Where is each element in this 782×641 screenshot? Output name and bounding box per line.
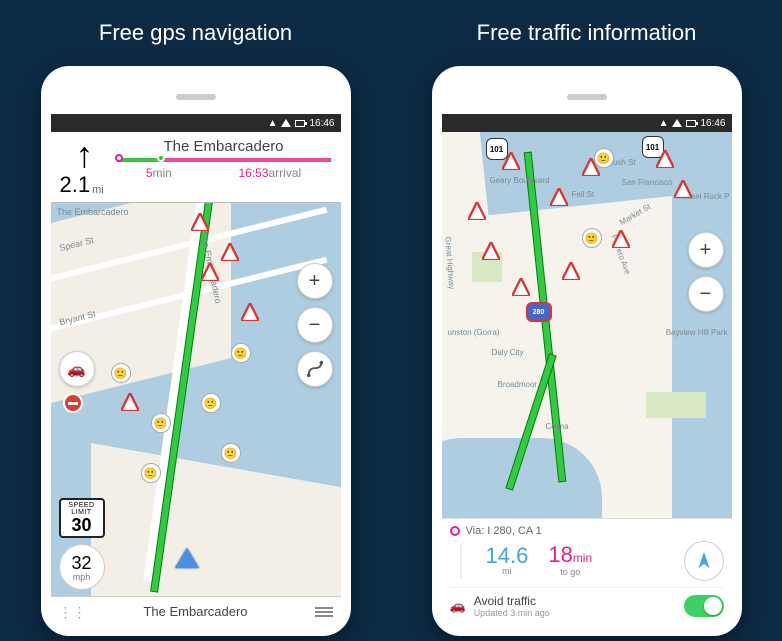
user-avatar-icon[interactable]: 🙂 bbox=[141, 463, 161, 483]
route-info-card: Via: I 280, CA 1 14.6 mi 18min to go bbox=[442, 518, 732, 626]
hazard-icon[interactable] bbox=[656, 150, 674, 168]
wifi-icon: ▲ bbox=[268, 118, 278, 129]
hazard-icon[interactable] bbox=[482, 242, 500, 260]
hamburger-menu-button[interactable] bbox=[315, 607, 333, 617]
zoom-out-button[interactable]: − bbox=[297, 307, 333, 343]
route-distance: 14.6 mi bbox=[486, 546, 529, 576]
street-label: Market St bbox=[618, 202, 652, 227]
route-time: 18min to go bbox=[548, 545, 592, 577]
via-label: Via: I 280, CA 1 bbox=[466, 525, 542, 537]
user-avatar-icon[interactable]: 🙂 bbox=[201, 393, 221, 413]
street-label: Great Highway bbox=[443, 236, 456, 289]
city-label: Daly City bbox=[492, 348, 524, 357]
user-avatar-icon[interactable]: 🙂 bbox=[151, 413, 171, 433]
hazard-icon[interactable] bbox=[468, 202, 486, 220]
footer-street: The Embarcadero bbox=[77, 604, 315, 619]
recenter-button[interactable] bbox=[684, 541, 724, 581]
city-label: Colma bbox=[546, 422, 569, 431]
route-overview-button[interactable] bbox=[297, 351, 333, 387]
statusbar-time: 16:46 bbox=[309, 118, 334, 129]
eta-arrival: 16:53arrival bbox=[238, 166, 301, 180]
battery-icon bbox=[295, 120, 305, 127]
battery-icon bbox=[686, 120, 696, 127]
panel-traffic: Free traffic information ▲ 16:46 101 101… bbox=[391, 0, 782, 641]
route-overview-icon bbox=[306, 360, 324, 378]
traffic-map[interactable]: 101 101 280 Geary Boulevard Fell St San … bbox=[442, 132, 732, 518]
more-menu-button[interactable]: ⋮⋮ bbox=[59, 608, 77, 616]
eta-minutes: 5min bbox=[146, 166, 172, 180]
hazard-icon[interactable] bbox=[191, 213, 209, 231]
phone-frame-left: ▲ 16:46 ↑ 2.1 mi The Embarcadero bbox=[41, 66, 351, 636]
hazard-icon[interactable] bbox=[674, 180, 692, 198]
park-label: Bayview Hill Park bbox=[666, 328, 728, 337]
phone-speaker bbox=[567, 94, 607, 100]
nav-footer: ⋮⋮ The Embarcadero bbox=[51, 596, 341, 626]
statusbar-time: 16:46 bbox=[700, 118, 725, 129]
signal-icon bbox=[281, 119, 291, 127]
avoid-traffic-sub: Updated 3 min ago bbox=[474, 608, 550, 618]
city-label: Broadmoor bbox=[498, 380, 538, 389]
wifi-icon: ▲ bbox=[659, 118, 669, 129]
city-label: San Francisco bbox=[622, 178, 673, 187]
avoid-traffic-toggle[interactable] bbox=[684, 595, 724, 617]
navigation-map[interactable]: The Embarcadero The Embarcadero Bryant S… bbox=[51, 203, 341, 596]
hazard-icon[interactable] bbox=[241, 303, 259, 321]
nav-header: ↑ 2.1 mi The Embarcadero bbox=[51, 132, 341, 203]
current-speed: 32 mph bbox=[59, 544, 105, 590]
hazard-icon[interactable] bbox=[502, 152, 520, 170]
car-icon: 🚗 bbox=[450, 598, 466, 614]
via-dot-icon bbox=[450, 526, 460, 536]
street-label: unston (Gorra) bbox=[448, 328, 500, 337]
compass-arrow-icon bbox=[693, 550, 715, 572]
street-label: Fell St bbox=[572, 190, 595, 199]
distance-unit: mi bbox=[92, 184, 104, 196]
android-statusbar: ▲ 16:46 bbox=[51, 114, 341, 132]
zoom-in-button[interactable]: + bbox=[688, 232, 724, 268]
direction-arrow-icon: ↑ bbox=[57, 138, 113, 172]
hazard-icon[interactable] bbox=[201, 263, 219, 281]
hazard-icon[interactable] bbox=[512, 278, 530, 296]
hazard-icon[interactable] bbox=[550, 188, 568, 206]
panel-navigation: Free gps navigation ▲ 16:46 ↑ 2.1 mi bbox=[0, 0, 391, 641]
hazard-icon[interactable] bbox=[562, 262, 580, 280]
hazard-icon[interactable] bbox=[121, 393, 139, 411]
hazard-icon[interactable] bbox=[221, 243, 239, 261]
street-label: Geary Boulevard bbox=[490, 176, 550, 185]
no-entry-icon[interactable] bbox=[63, 393, 83, 413]
traffic-toggle-button[interactable]: 🚗 bbox=[59, 351, 95, 387]
highway-shield-280: 280 bbox=[526, 302, 552, 322]
user-avatar-icon[interactable]: 🙂 bbox=[221, 443, 241, 463]
panel-title-left: Free gps navigation bbox=[99, 20, 292, 46]
user-avatar-icon[interactable]: 🙂 bbox=[231, 343, 251, 363]
screen-navigation: ▲ 16:46 ↑ 2.1 mi The Embarcadero bbox=[51, 114, 341, 626]
zoom-in-button[interactable]: + bbox=[297, 263, 333, 299]
user-avatar-icon[interactable]: 🙂 bbox=[582, 228, 602, 248]
speed-limit-sign: SPEED LIMIT 30 bbox=[59, 498, 105, 538]
hazard-icon[interactable] bbox=[612, 230, 630, 248]
destination-name: The Embarcadero bbox=[113, 138, 335, 155]
vehicle-cursor-icon bbox=[175, 548, 199, 568]
user-avatar-icon[interactable]: 🙂 bbox=[594, 148, 614, 168]
distance-value: 2.1 bbox=[60, 172, 91, 198]
zoom-out-button[interactable]: − bbox=[688, 276, 724, 312]
signal-icon bbox=[672, 119, 682, 127]
android-statusbar: ▲ 16:46 bbox=[442, 114, 732, 132]
panel-title-right: Free traffic information bbox=[477, 20, 697, 46]
user-avatar-icon[interactable]: 🙂 bbox=[111, 363, 131, 383]
route-progress[interactable] bbox=[117, 158, 331, 162]
screen-traffic: ▲ 16:46 101 101 280 Geary Boulevard Fell… bbox=[442, 114, 732, 626]
phone-speaker bbox=[176, 94, 216, 100]
phone-frame-right: ▲ 16:46 101 101 280 Geary Boulevard Fell… bbox=[432, 66, 742, 636]
avoid-traffic-label: Avoid traffic bbox=[474, 594, 550, 608]
street-label: The Embarcadero bbox=[57, 207, 129, 217]
